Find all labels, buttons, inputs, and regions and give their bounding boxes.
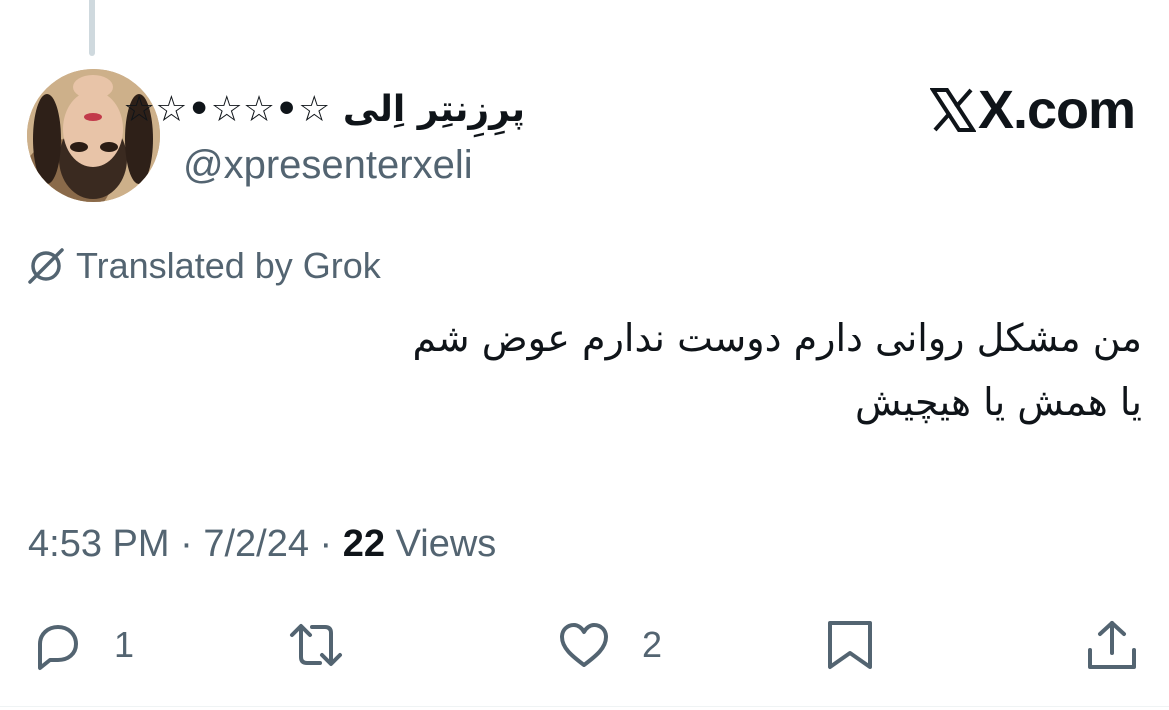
repost-button[interactable] — [288, 615, 344, 675]
reply-count: 1 — [114, 624, 135, 665]
bookmark-icon — [822, 617, 878, 673]
divider — [0, 706, 1169, 707]
share-icon — [1084, 617, 1140, 673]
translation-label: Translated by Grok — [76, 245, 381, 286]
heart-icon — [556, 617, 612, 673]
thread-connector-line — [89, 0, 95, 56]
display-name[interactable]: پرِزِنتِر اِلی ☆•☆☆•☆☆ — [123, 86, 525, 134]
tweet-metadata: 4:53 PM · 7/2/24 · 22 Views — [28, 518, 496, 570]
translation-notice[interactable]: Translated by Grok — [26, 244, 381, 288]
repost-icon — [288, 617, 344, 673]
bookmark-button[interactable] — [822, 615, 878, 675]
reply-icon — [28, 617, 84, 673]
tweet-text: من مشکل روانی دارم دوست ندارم عوض شم یا … — [32, 306, 1142, 434]
tweet-text-line: من مشکل روانی دارم دوست ندارم عوض شم — [412, 316, 1142, 360]
share-button[interactable] — [1084, 615, 1140, 675]
tweet-text-line: یا همش یا هیچیش — [855, 380, 1142, 424]
like-button[interactable]: 2 — [556, 615, 662, 675]
views-count: 22 — [342, 523, 386, 565]
like-count: 2 — [642, 624, 663, 665]
user-handle[interactable]: @xpresenterxeli — [183, 140, 473, 190]
x-logo-icon — [929, 87, 977, 133]
separator: · — [308, 523, 343, 565]
brand-text: X.com — [978, 80, 1136, 140]
views-label: Views — [395, 523, 497, 565]
tweet-time[interactable]: 4:53 PM — [28, 523, 170, 565]
translate-icon — [26, 246, 66, 286]
tweet-date[interactable]: 7/2/24 — [203, 523, 309, 565]
reply-button[interactable]: 1 — [28, 615, 134, 675]
separator: · — [169, 523, 204, 565]
brand-watermark: X.com — [929, 80, 1136, 140]
